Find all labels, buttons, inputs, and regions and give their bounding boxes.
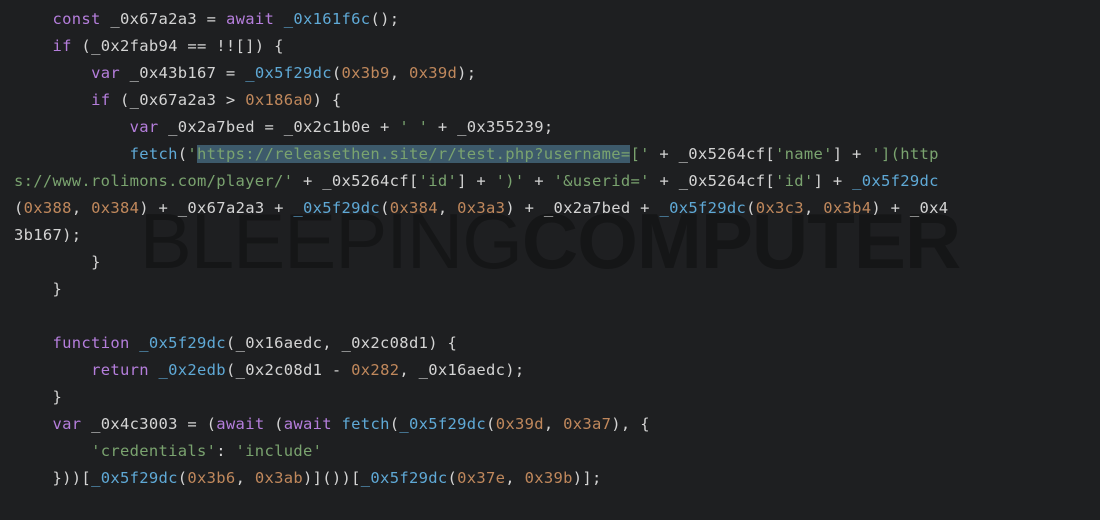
fn-fetch: fetch — [130, 145, 178, 163]
selected-url: https://releasethen.site/r/test.php?user… — [197, 145, 630, 163]
kw-const: const — [53, 10, 101, 28]
kw-return: return — [91, 361, 149, 379]
kw-var: var — [91, 64, 120, 82]
kw-function: function — [53, 334, 130, 352]
fn-call: _0x161f6c — [284, 10, 371, 28]
ident: _0x67a2a3 — [110, 10, 197, 28]
kw-await: await — [226, 10, 274, 28]
kw-if: if — [53, 37, 72, 55]
code-block: const _0x67a2a3 = await _0x161f6c(); if … — [14, 6, 1086, 492]
